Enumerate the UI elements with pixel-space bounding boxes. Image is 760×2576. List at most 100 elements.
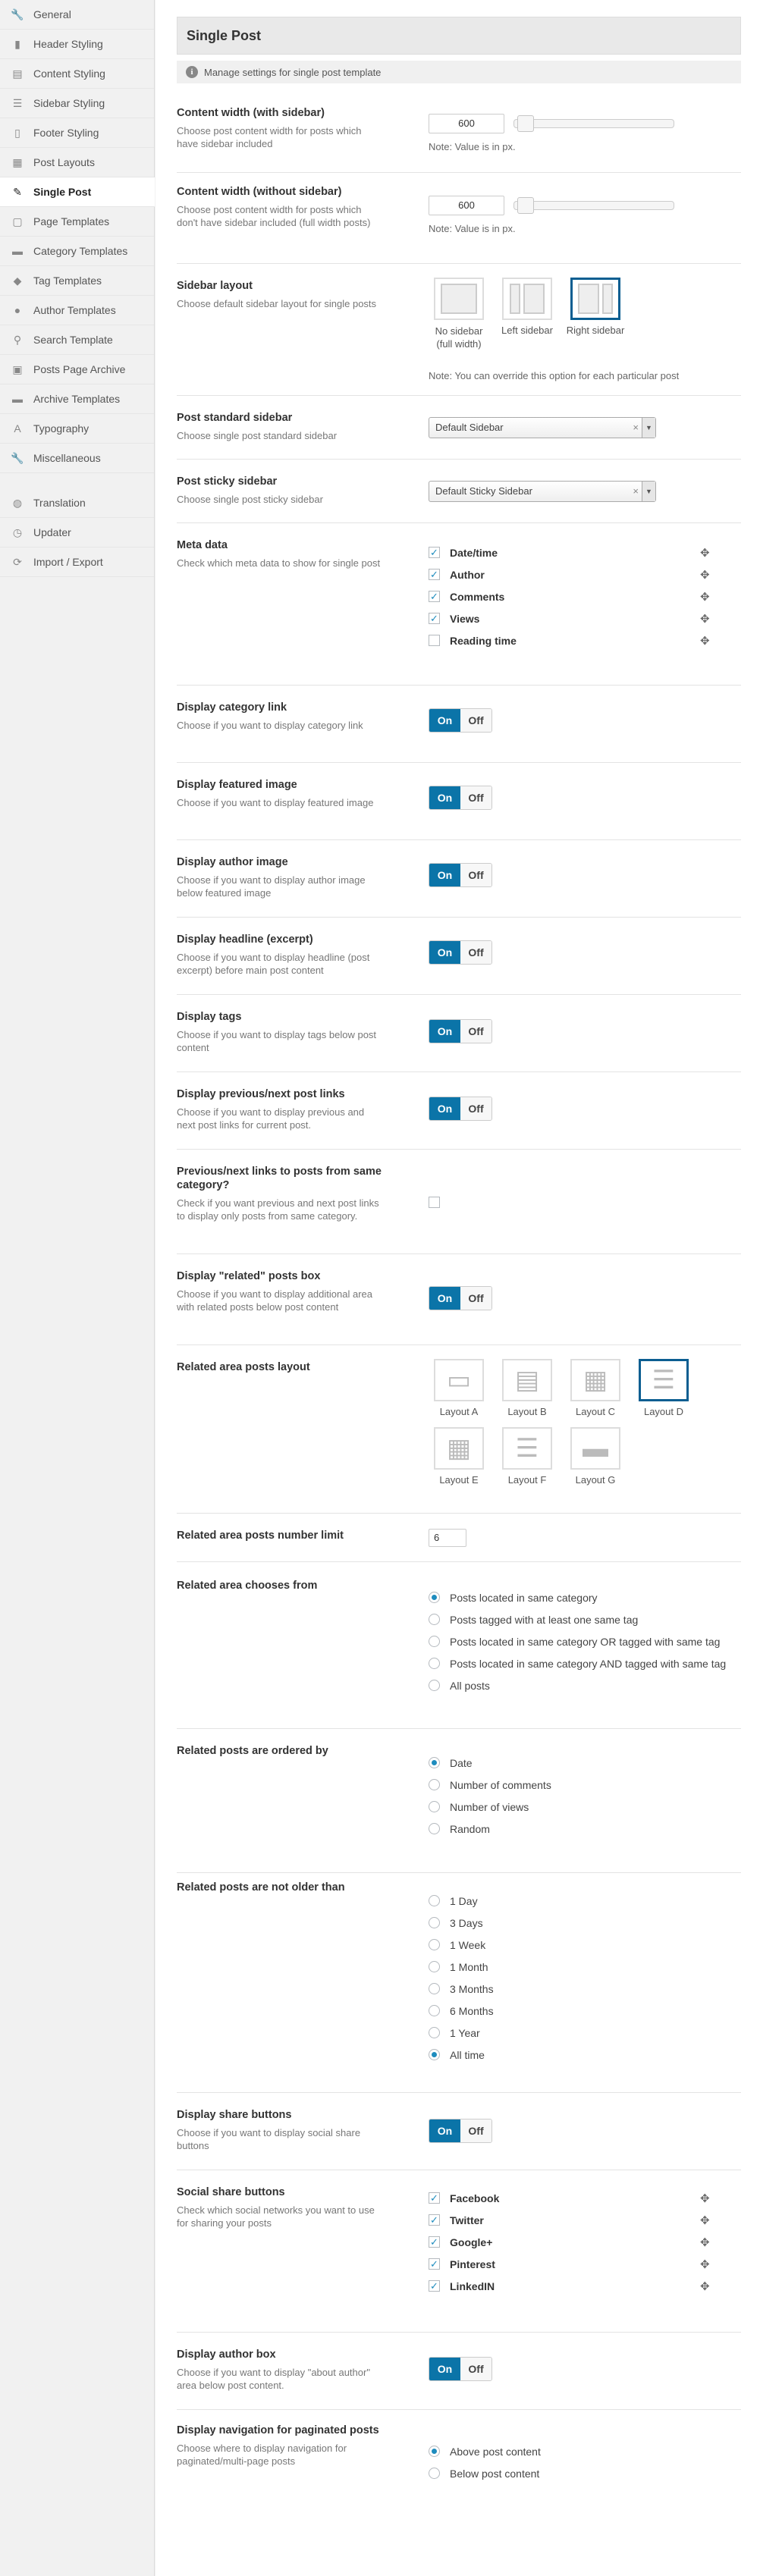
sidebar-layout-none[interactable]: No sidebar (full width): [429, 278, 489, 350]
checkbox[interactable]: ✓: [429, 569, 440, 580]
checkbox[interactable]: ✓: [429, 547, 440, 558]
sidebar-item-header-styling[interactable]: ▮ Header Styling: [0, 30, 154, 59]
radio-button[interactable]: [429, 1895, 440, 1906]
radio-button[interactable]: [429, 1917, 440, 1928]
drag-handle-icon[interactable]: ✥: [700, 568, 710, 582]
author-box-toggle[interactable]: On Off: [429, 2357, 492, 2381]
radio-button[interactable]: [429, 2027, 440, 2038]
drag-handle-icon[interactable]: ✥: [700, 2192, 710, 2205]
radio-button[interactable]: [429, 1757, 440, 1768]
sidebar-item-sidebar-styling[interactable]: ☰ Sidebar Styling: [0, 89, 154, 118]
content-width-sidebar-input[interactable]: 600: [429, 114, 504, 133]
checkbox[interactable]: ✓: [429, 2192, 440, 2204]
toggle-on[interactable]: On: [429, 786, 460, 809]
radio-button[interactable]: [429, 1823, 440, 1834]
related-layout-option[interactable]: ▬ Layout G: [565, 1427, 626, 1486]
related-box-toggle[interactable]: On Off: [429, 1286, 492, 1310]
toggle-off[interactable]: Off: [460, 2119, 491, 2142]
clear-icon[interactable]: ×: [633, 418, 639, 438]
checkbox[interactable]: ✓: [429, 613, 440, 624]
sidebar-layout-right[interactable]: Right sidebar: [565, 278, 626, 336]
radio-option[interactable]: 1 Month: [429, 1956, 741, 1978]
drag-handle-icon[interactable]: ✥: [700, 634, 710, 648]
toggle-on[interactable]: On: [429, 864, 460, 886]
sidebar-item-tag-templates[interactable]: ◆ Tag Templates: [0, 266, 154, 296]
prev-next-same-checkbox[interactable]: [429, 1197, 440, 1208]
toggle-on[interactable]: On: [429, 1097, 460, 1120]
drag-handle-icon[interactable]: ✥: [700, 612, 710, 626]
content-width-sidebar-slider[interactable]: [513, 115, 674, 132]
radio-option[interactable]: 6 Months: [429, 2000, 741, 2022]
sidebar-item-page-templates[interactable]: ▢ Page Templates: [0, 207, 154, 237]
author-image-toggle[interactable]: On Off: [429, 863, 492, 887]
sidebar-item-post-layouts[interactable]: ▦ Post Layouts: [0, 148, 154, 177]
checkbox[interactable]: ✓: [429, 2280, 440, 2292]
radio-option[interactable]: Posts located in same category: [429, 1586, 741, 1608]
toggle-on[interactable]: On: [429, 1287, 460, 1310]
radio-button[interactable]: [429, 2468, 440, 2479]
standard-sidebar-select[interactable]: Default Sidebar × ▼: [429, 417, 656, 438]
radio-option[interactable]: All posts: [429, 1674, 741, 1696]
toggle-on[interactable]: On: [429, 1020, 460, 1043]
radio-button[interactable]: [429, 1801, 440, 1812]
content-width-nosidebar-input[interactable]: 600: [429, 196, 504, 215]
related-layout-option[interactable]: ▤ Layout B: [497, 1359, 557, 1417]
checkbox[interactable]: ✓: [429, 591, 440, 602]
toggle-on[interactable]: On: [429, 941, 460, 964]
sidebar-item-single-post[interactable]: ✎ Single Post: [0, 177, 155, 207]
sidebar-item-translation[interactable]: ◍ Translation: [0, 488, 154, 518]
radio-button[interactable]: [429, 1961, 440, 1972]
radio-button[interactable]: [429, 1658, 440, 1669]
category-link-toggle[interactable]: On Off: [429, 708, 492, 733]
sidebar-item-general[interactable]: 🔧 General: [0, 0, 154, 30]
sidebar-item-miscellaneous[interactable]: 🔧 Miscellaneous: [0, 444, 154, 473]
radio-button[interactable]: [429, 1779, 440, 1790]
related-layout-option[interactable]: ☰ Layout F: [497, 1427, 557, 1486]
radio-option[interactable]: Above post content: [429, 2440, 741, 2462]
radio-option[interactable]: 1 Year: [429, 2022, 741, 2044]
radio-option[interactable]: 3 Months: [429, 1978, 741, 2000]
toggle-on[interactable]: On: [429, 709, 460, 732]
sidebar-item-footer-styling[interactable]: ▯ Footer Styling: [0, 118, 154, 148]
toggle-off[interactable]: Off: [460, 1287, 491, 1310]
sidebar-item-author-templates[interactable]: ● Author Templates: [0, 296, 154, 325]
sidebar-item-content-styling[interactable]: ▤ Content Styling: [0, 59, 154, 89]
radio-option[interactable]: 3 Days: [429, 1912, 741, 1934]
radio-option[interactable]: Random: [429, 1818, 741, 1840]
tags-toggle[interactable]: On Off: [429, 1019, 492, 1043]
checkbox[interactable]: ✓: [429, 2236, 440, 2248]
headline-toggle[interactable]: On Off: [429, 940, 492, 965]
radio-button[interactable]: [429, 2446, 440, 2457]
sidebar-item-typography[interactable]: A Typography: [0, 414, 154, 444]
content-width-nosidebar-slider[interactable]: [513, 197, 674, 214]
drag-handle-icon[interactable]: ✥: [700, 546, 710, 560]
toggle-on[interactable]: On: [429, 2358, 460, 2380]
radio-option[interactable]: Posts located in same category AND tagge…: [429, 1652, 741, 1674]
toggle-off[interactable]: Off: [460, 1097, 491, 1120]
radio-button[interactable]: [429, 1983, 440, 1994]
sidebar-item-posts-page-archive[interactable]: ▣ Posts Page Archive: [0, 355, 154, 384]
related-layout-option[interactable]: ☰ Layout D: [633, 1359, 694, 1417]
slider-handle[interactable]: [517, 197, 534, 214]
radio-option[interactable]: 1 Day: [429, 1890, 741, 1912]
related-limit-input[interactable]: 6: [429, 1529, 466, 1547]
radio-button[interactable]: [429, 1939, 440, 1950]
radio-button[interactable]: [429, 2049, 440, 2060]
related-layout-option[interactable]: ▦ Layout C: [565, 1359, 626, 1417]
radio-option[interactable]: All time: [429, 2044, 741, 2066]
sticky-sidebar-select[interactable]: Default Sticky Sidebar × ▼: [429, 481, 656, 502]
chevron-down-icon[interactable]: ▼: [642, 418, 655, 438]
slider-handle[interactable]: [517, 115, 534, 132]
drag-handle-icon[interactable]: ✥: [700, 2258, 710, 2271]
drag-handle-icon[interactable]: ✥: [700, 2214, 710, 2227]
radio-button[interactable]: [429, 1592, 440, 1603]
clear-icon[interactable]: ×: [633, 482, 639, 501]
share-buttons-toggle[interactable]: On Off: [429, 2119, 492, 2143]
sidebar-item-import-export[interactable]: ⟳ Import / Export: [0, 548, 154, 577]
radio-button[interactable]: [429, 1680, 440, 1691]
radio-button[interactable]: [429, 1614, 440, 1625]
radio-option[interactable]: Number of views: [429, 1796, 741, 1818]
radio-option[interactable]: Posts located in same category OR tagged…: [429, 1630, 741, 1652]
chevron-down-icon[interactable]: ▼: [642, 482, 655, 501]
checkbox[interactable]: [429, 635, 440, 646]
